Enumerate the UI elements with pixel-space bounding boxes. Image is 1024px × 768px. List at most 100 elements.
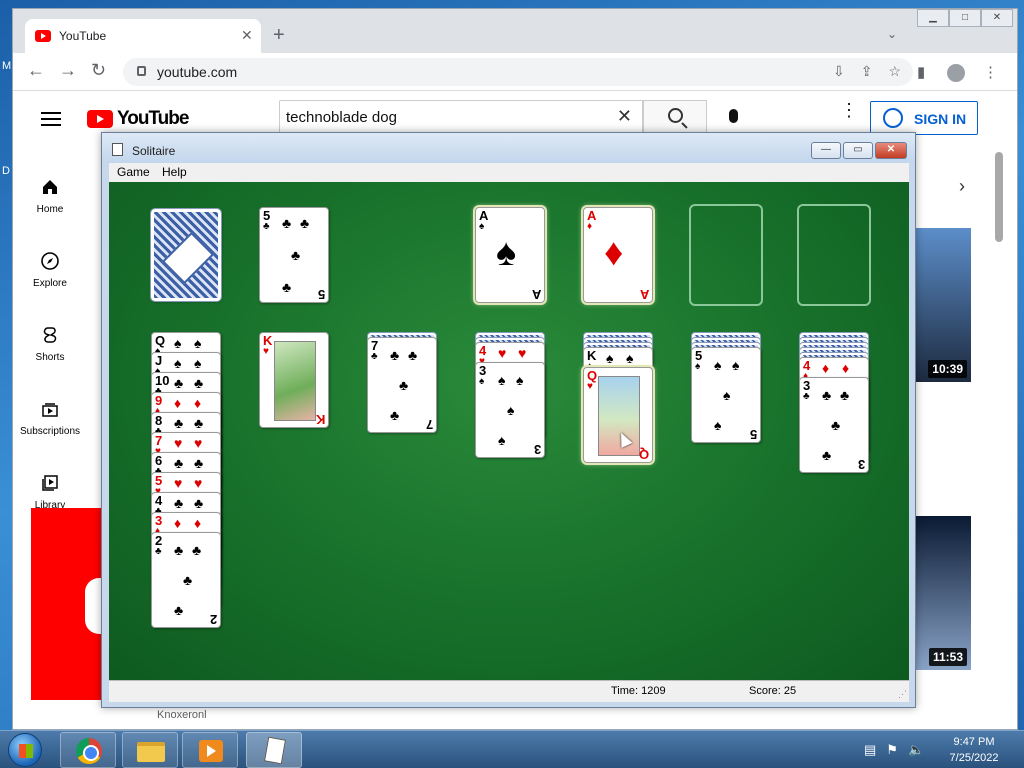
spade-icon: ♠ bbox=[507, 402, 515, 418]
sign-in-button[interactable]: SIGN IN bbox=[870, 101, 978, 135]
close-button[interactable]: ✕ bbox=[981, 9, 1013, 27]
close-button[interactable]: ✕ bbox=[875, 142, 907, 159]
taskbar: ▤ ⚑ 🔈 9:47 PM 7/25/2022 bbox=[0, 730, 1024, 768]
search-button[interactable] bbox=[643, 100, 707, 134]
start-button[interactable] bbox=[8, 733, 42, 767]
reload-button[interactable]: ↻ bbox=[91, 61, 106, 79]
tableau-card[interactable]: 3 ♣ ♣ ♣ ♣ ♣ 3 bbox=[799, 377, 869, 473]
channel-name[interactable]: Knoxeronl bbox=[157, 709, 207, 721]
tableau-card[interactable]: Q ♥ Q bbox=[583, 367, 653, 463]
game-board[interactable]: 5 ♣ ♣ ♣ ♣ ♣ 5 A ♠ ♠ A A ♦ ♦ A Q♠♠♠J♠♠♠10… bbox=[109, 182, 909, 680]
club-icon: ♣ bbox=[399, 377, 409, 393]
taskbar-explorer[interactable] bbox=[122, 732, 178, 768]
tableau-card[interactable]: 2 ♣ ♣ ♣ ♣ ♣ 2 bbox=[151, 532, 221, 628]
club-icon: ♣ bbox=[822, 447, 832, 463]
video-thumbnail[interactable]: 11:53 bbox=[915, 516, 971, 670]
youtube-logo[interactable]: YouTube bbox=[87, 108, 189, 130]
chevron-right-icon[interactable]: › bbox=[959, 176, 965, 197]
stock-pile[interactable] bbox=[150, 208, 222, 302]
clear-search-icon[interactable]: ✕ bbox=[617, 106, 632, 127]
foundation-empty-slot[interactable] bbox=[689, 204, 763, 306]
forward-button[interactable]: → bbox=[59, 61, 77, 79]
solitaire-titlebar[interactable]: Solitaire — ▭ ✕ bbox=[102, 133, 915, 163]
maximize-button[interactable]: □ bbox=[949, 9, 981, 27]
search-query[interactable]: technoblade dog bbox=[286, 109, 397, 126]
club-icon: ♣ bbox=[282, 279, 292, 295]
taskbar-solitaire[interactable] bbox=[246, 732, 302, 768]
club-icon: ♣ bbox=[174, 602, 184, 618]
youtube-logo-icon bbox=[87, 110, 113, 128]
club-icon: ♣ bbox=[263, 221, 270, 232]
browser-menu-icon[interactable]: ⋮ bbox=[983, 63, 998, 81]
club-icon: ♣ bbox=[803, 391, 810, 402]
taskbar-chrome[interactable] bbox=[60, 732, 116, 768]
install-icon[interactable]: ⇩ bbox=[833, 63, 845, 80]
tableau-card[interactable]: K ♥ K bbox=[259, 332, 329, 428]
share-icon[interactable]: ⇪ bbox=[861, 63, 873, 80]
card-rank: K bbox=[315, 412, 325, 427]
foundation-diamonds[interactable]: A ♦ ♦ A bbox=[583, 207, 653, 303]
tab-youtube[interactable]: YouTube ✕ bbox=[25, 19, 261, 53]
minimize-button[interactable]: ▁ bbox=[917, 9, 949, 27]
address-bar[interactable]: youtube.com ⇩ ⇪ ☆ bbox=[123, 58, 913, 86]
video-thumbnail[interactable]: 10:39 bbox=[915, 228, 971, 382]
page-scrollbar[interactable] bbox=[995, 152, 1003, 242]
hamburger-menu-icon[interactable] bbox=[41, 112, 61, 130]
taskbar-media-player[interactable] bbox=[182, 732, 238, 768]
waste-card[interactable]: 5 ♣ ♣ ♣ ♣ ♣ 5 bbox=[259, 207, 329, 303]
tableau-card[interactable]: 3 ♠ ♠ ♠ ♠ ♠ 3 bbox=[475, 362, 545, 458]
card-rank: 3 bbox=[857, 457, 865, 472]
network-icon[interactable]: ▤ bbox=[864, 742, 876, 758]
sidebar-item-label: Home bbox=[36, 204, 64, 215]
minimize-button[interactable]: — bbox=[811, 142, 841, 159]
heart-icon: ♥ bbox=[194, 435, 203, 451]
action-center-icon[interactable]: ⚑ bbox=[886, 742, 898, 758]
resize-grip-icon[interactable]: ⋰ bbox=[898, 689, 907, 700]
spade-icon: ♠ bbox=[498, 432, 506, 448]
sign-in-label: SIGN IN bbox=[914, 111, 967, 127]
media-player-icon bbox=[199, 740, 223, 762]
volume-icon[interactable]: 🔈 bbox=[908, 742, 924, 758]
more-options-icon[interactable]: ⋮ bbox=[840, 101, 858, 119]
browser-window-controls: ▁ □ ✕ bbox=[917, 9, 1013, 27]
menu-help[interactable]: Help bbox=[162, 165, 187, 179]
chrome-icon bbox=[76, 738, 102, 764]
subscriptions-icon bbox=[42, 403, 58, 417]
solitaire-window-controls: — ▭ ✕ bbox=[811, 142, 907, 159]
windows-logo-icon bbox=[19, 744, 33, 758]
foundation-empty-slot[interactable] bbox=[797, 204, 871, 306]
home-icon bbox=[43, 180, 57, 194]
tab-strip: YouTube ✕ + ⌄ ▁ □ ✕ bbox=[13, 9, 1017, 53]
maximize-button[interactable]: ▭ bbox=[843, 142, 873, 159]
search-input[interactable]: technoblade dog ✕ bbox=[279, 100, 643, 134]
solitaire-icon bbox=[263, 736, 287, 765]
clock-time: 9:47 PM bbox=[953, 736, 995, 748]
back-button[interactable]: ← bbox=[27, 61, 45, 79]
solitaire-app-icon bbox=[112, 143, 123, 156]
tableau-card[interactable]: 7 ♣ ♣ ♣ ♣ ♣ 7 bbox=[367, 337, 437, 433]
club-icon: ♣ bbox=[155, 546, 162, 557]
url-text[interactable]: youtube.com bbox=[157, 64, 237, 80]
menu-game[interactable]: Game bbox=[117, 165, 150, 179]
microphone-icon[interactable] bbox=[729, 109, 738, 123]
reading-list-icon[interactable]: ▮ bbox=[917, 63, 925, 81]
sidebar-item-shorts[interactable]: Shorts bbox=[13, 326, 87, 363]
profile-avatar-icon[interactable] bbox=[947, 64, 965, 82]
clock[interactable]: 9:47 PM 7/25/2022 bbox=[942, 734, 1006, 766]
foundation-spades[interactable]: A ♠ ♠ A bbox=[475, 207, 545, 303]
tableau-card[interactable]: 5 ♠ ♠ ♠ ♠ ♠ 5 bbox=[691, 347, 761, 443]
sidebar-item-home[interactable]: Home bbox=[13, 178, 87, 215]
spade-icon: ♠ bbox=[174, 335, 182, 351]
face-card-art bbox=[274, 341, 316, 421]
spade-icon: ♠ bbox=[194, 335, 202, 351]
sidebar-item-subscriptions[interactable]: Subscriptions bbox=[13, 400, 87, 437]
club-icon: ♣ bbox=[194, 455, 204, 471]
sidebar-item-explore[interactable]: Explore bbox=[13, 252, 87, 289]
sidebar-item-library[interactable]: Library bbox=[13, 474, 87, 511]
tab-close-button[interactable]: ✕ bbox=[241, 27, 253, 44]
bookmark-star-icon[interactable]: ☆ bbox=[888, 63, 901, 80]
diamond-icon: ♦ bbox=[842, 360, 850, 376]
new-tab-button[interactable]: + bbox=[273, 25, 285, 45]
tab-search-button[interactable]: ⌄ bbox=[887, 27, 897, 41]
address-bar-actions: ⇩ ⇪ ☆ bbox=[833, 63, 901, 80]
